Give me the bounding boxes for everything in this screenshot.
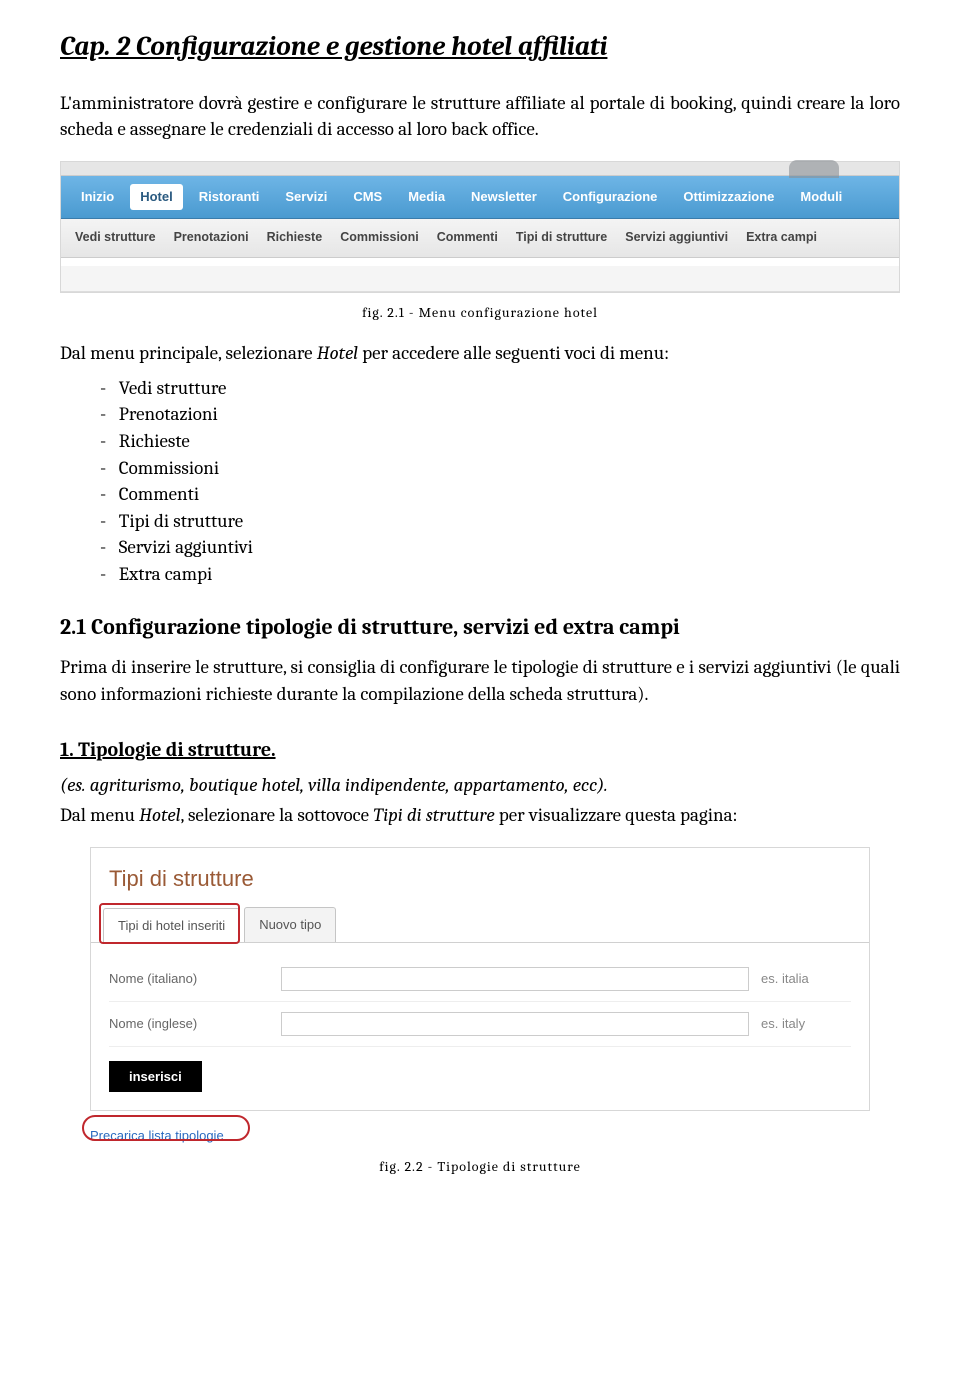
text-fragment: per accedere alle seguenti voci di menu: bbox=[358, 342, 669, 364]
content-placeholder-strip bbox=[61, 258, 899, 292]
form-tabs: Tipi di hotel inseriti Nuovo tipo bbox=[91, 901, 869, 943]
menu-list-item: Extra campi bbox=[100, 561, 900, 588]
secondary-nav: Vedi strutture Prenotazioni Richieste Commi… bbox=[61, 219, 899, 258]
hint-nome-italiano: es. italia bbox=[761, 970, 851, 988]
form-row-english: Nome (inglese) es. italy bbox=[109, 1002, 851, 1047]
menu-intro-sentence: Dal menu principale, selezionare Hotel p… bbox=[60, 340, 900, 367]
menu-list-item: Commenti bbox=[100, 481, 900, 508]
secondary-tab-servizi-aggiuntivi[interactable]: Servizi aggiuntivi bbox=[625, 229, 728, 247]
secondary-tab-vedi-strutture[interactable]: Vedi strutture bbox=[75, 229, 156, 247]
label-nome-italiano: Nome (italiano) bbox=[109, 970, 269, 988]
menu-list-item: Servizi aggiuntivi bbox=[100, 534, 900, 561]
figure-2-1-caption: fig. 2.1 - Menu configurazione hotel bbox=[60, 303, 900, 323]
highlighted-tab-wrap: Tipi di hotel inseriti bbox=[103, 907, 244, 942]
subsection-1-instruction: Dal menu Hotel, selezionare la sottovoce… bbox=[60, 802, 900, 829]
secondary-tab-prenotazioni[interactable]: Prenotazioni bbox=[174, 229, 249, 247]
menu-list-item: Tipi di strutture bbox=[100, 508, 900, 535]
text-fragment: per visualizzare questa pagina: bbox=[495, 804, 738, 826]
primary-tab-cms[interactable]: CMS bbox=[343, 184, 392, 210]
menu-item-list: Vedi strutturePrenotazioniRichiesteCommi… bbox=[100, 375, 900, 588]
hotel-italic: Hotel bbox=[317, 342, 358, 364]
precarica-link[interactable]: Precarica lista tipologie bbox=[90, 1128, 224, 1143]
primary-tab-inizio[interactable]: Inizio bbox=[71, 184, 124, 210]
text-fragment: Dal menu bbox=[60, 804, 139, 826]
menu-list-item: Vedi strutture bbox=[100, 375, 900, 402]
secondary-tab-commenti[interactable]: Commenti bbox=[437, 229, 498, 247]
text-fragment: , selezionare la sottovoce bbox=[180, 804, 373, 826]
primary-tab-servizi[interactable]: Servizi bbox=[275, 184, 337, 210]
hint-nome-inglese: es. italy bbox=[761, 1015, 851, 1033]
tipi-di-strutture-italic: Tipi di strutture bbox=[373, 804, 494, 826]
intro-paragraph: L'amministratore dovrà gestire e configu… bbox=[60, 90, 900, 143]
figure-2-1-menubar: InizioHotelRistorantiServiziCMSMediaNews… bbox=[60, 161, 900, 293]
form-body: Nome (italiano) es. italia Nome (inglese… bbox=[91, 943, 869, 1110]
input-nome-italiano[interactable] bbox=[281, 967, 749, 991]
secondary-tab-commissioni[interactable]: Commissioni bbox=[340, 229, 419, 247]
menu-list-item: Richieste bbox=[100, 428, 900, 455]
text-fragment: Dal menu principale, selezionare bbox=[60, 342, 317, 364]
chapter-title: Cap. 2 Configurazione e gestione hotel a… bbox=[60, 28, 900, 66]
menu-list-item: Prenotazioni bbox=[100, 401, 900, 428]
subsection-1-title: 1. Tipologie di strutture. bbox=[60, 736, 900, 764]
primary-tab-newsletter[interactable]: Newsletter bbox=[461, 184, 547, 210]
subsection-1-example: (es. agriturismo, boutique hotel, villa … bbox=[60, 772, 900, 799]
secondary-tab-tipi-di-strutture[interactable]: Tipi di strutture bbox=[516, 229, 607, 247]
form-submit-row: inserisci bbox=[109, 1047, 851, 1092]
primary-tab-moduli[interactable]: Moduli bbox=[790, 184, 852, 210]
primary-tab-media[interactable]: Media bbox=[398, 184, 455, 210]
input-nome-inglese[interactable] bbox=[281, 1012, 749, 1036]
primary-tab-configurazione[interactable]: Configurazione bbox=[553, 184, 668, 210]
form-heading: Tipi di strutture bbox=[91, 848, 869, 901]
secondary-tab-richieste[interactable]: Richieste bbox=[267, 229, 323, 247]
tab-tipi-inseriti[interactable]: Tipi di hotel inseriti bbox=[103, 908, 240, 943]
figure-2-2-caption: fig. 2.2 - Tipologie di strutture bbox=[60, 1157, 900, 1177]
primary-tab-hotel[interactable]: Hotel bbox=[130, 184, 183, 210]
section-2-1-paragraph: Prima di inserire le strutture, si consi… bbox=[60, 654, 900, 707]
secondary-tab-extra-campi[interactable]: Extra campi bbox=[746, 229, 817, 247]
inserisci-button[interactable]: inserisci bbox=[109, 1061, 202, 1092]
primary-tab-ristoranti[interactable]: Ristoranti bbox=[189, 184, 270, 210]
primary-tab-ottimizzazione[interactable]: Ottimizzazione bbox=[673, 184, 784, 210]
label-nome-inglese: Nome (inglese) bbox=[109, 1015, 269, 1033]
tab-nuovo-tipo[interactable]: Nuovo tipo bbox=[244, 907, 336, 942]
figure-2-2-form: Tipi di strutture Tipi di hotel inseriti… bbox=[90, 847, 870, 1111]
precarica-link-wrap: Precarica lista tipologie bbox=[90, 1121, 870, 1148]
form-row-italian: Nome (italiano) es. italia bbox=[109, 957, 851, 1002]
hotel-italic: Hotel bbox=[139, 804, 180, 826]
menu-list-item: Commissioni bbox=[100, 455, 900, 482]
window-titlebar-strip bbox=[61, 162, 899, 176]
section-2-1-title: 2.1 Configurazione tipologie di struttur… bbox=[60, 612, 900, 643]
primary-nav: InizioHotelRistorantiServiziCMSMediaNews… bbox=[61, 176, 899, 219]
